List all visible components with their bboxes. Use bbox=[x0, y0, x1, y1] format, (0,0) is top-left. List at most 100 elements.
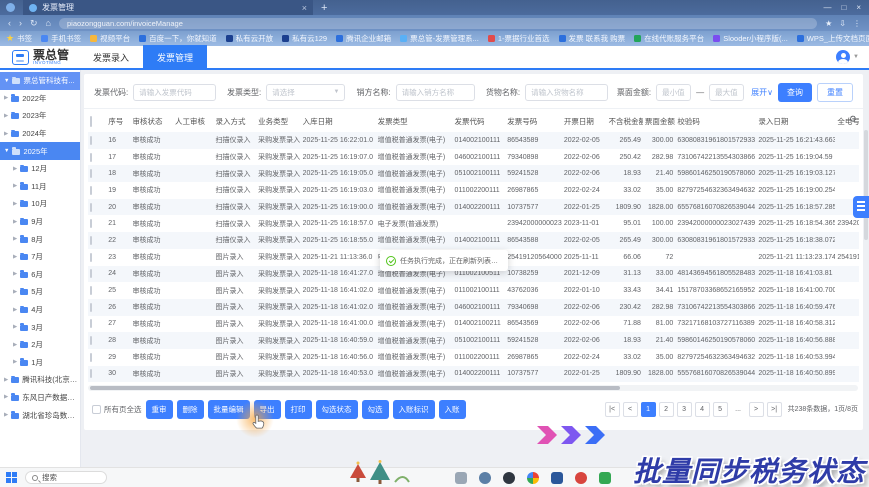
page-number-2[interactable]: 2 bbox=[659, 402, 674, 417]
table-row[interactable]: 28审核成功图片录入采购发票录入2025-11-18 16:40:59.0增值税… bbox=[88, 332, 859, 349]
row-checkbox[interactable] bbox=[90, 353, 92, 362]
action-button-重审[interactable]: 重审 bbox=[146, 400, 173, 419]
floating-assistant-widget[interactable] bbox=[853, 196, 869, 218]
taskbar-word-icon[interactable] bbox=[551, 472, 563, 484]
table-row[interactable]: 20审核成功扫描仪录入采购发票录入2025-11-25 16:19:00.0增值… bbox=[88, 199, 859, 216]
chevron-down-icon[interactable]: ▼ bbox=[853, 54, 859, 60]
table-row[interactable]: 30审核成功图片录入采购发票录入2025-11-18 16:40:53.0增值税… bbox=[88, 366, 859, 382]
tree-expand-arrow-icon[interactable]: ▼ bbox=[4, 148, 9, 154]
table-row[interactable]: 27审核成功图片录入采购发票录入2025-11-18 16:41:00.0增值税… bbox=[88, 316, 859, 333]
favorite-star-icon[interactable]: ★ bbox=[825, 19, 832, 28]
tree-expand-arrow-icon[interactable]: ▶ bbox=[13, 254, 17, 260]
page-number-1[interactable]: 1 bbox=[641, 402, 656, 417]
close-button[interactable]: × bbox=[856, 3, 861, 12]
tree-expand-arrow-icon[interactable]: ▶ bbox=[13, 166, 17, 172]
row-checkbox[interactable] bbox=[90, 286, 92, 295]
invoice-type-select[interactable]: 请选择▼ bbox=[266, 84, 345, 101]
bookmark-item[interactable]: Slooder小程序版(... bbox=[713, 33, 788, 44]
action-button-删除[interactable]: 删除 bbox=[177, 400, 204, 419]
horizontal-scrollbar-thumb[interactable] bbox=[90, 386, 620, 390]
table-row[interactable]: 18审核成功扫描仪录入采购发票录入2025-11-25 16:19:05.0增值… bbox=[88, 165, 859, 182]
sidebar-month-11月[interactable]: ▶11月 bbox=[0, 178, 80, 196]
tree-expand-arrow-icon[interactable]: ▶ bbox=[13, 324, 17, 330]
sidebar-month-3月[interactable]: ▶3月 bbox=[0, 318, 80, 336]
table-row[interactable]: 19审核成功扫描仪录入采购发票录入2025-11-25 16:19:03.0增值… bbox=[88, 182, 859, 199]
tree-expand-arrow-icon[interactable]: ▶ bbox=[13, 183, 17, 189]
tree-expand-arrow-icon[interactable]: ▶ bbox=[13, 201, 17, 207]
download-icon[interactable]: ⇩ bbox=[839, 19, 846, 28]
table-row[interactable]: 29审核成功图片录入采购发票录入2025-11-18 16:40:56.0增值税… bbox=[88, 349, 859, 366]
select-all-pages[interactable]: 所有页全选 bbox=[92, 404, 142, 415]
page-number-5[interactable]: 5 bbox=[713, 402, 728, 417]
tree-expand-arrow-icon[interactable]: ▶ bbox=[13, 219, 17, 225]
action-button-勾选[interactable]: 勾选 bbox=[362, 400, 389, 419]
tree-expand-arrow-icon[interactable]: ▶ bbox=[13, 271, 17, 277]
page-next-button[interactable]: > bbox=[749, 402, 764, 417]
tree-expand-arrow-icon[interactable]: ▼ bbox=[4, 78, 9, 84]
bookmark-item[interactable]: 私有云开放 bbox=[226, 33, 274, 44]
row-checkbox[interactable] bbox=[90, 136, 92, 145]
minimize-button[interactable]: — bbox=[823, 3, 831, 12]
table-row[interactable]: 26审核成功图片录入采购发票录入2025-11-18 16:41:02.0增值税… bbox=[88, 299, 859, 316]
table-row[interactable]: 16审核成功扫描仪录入采购发票录入2025-11-25 16:22:01.0增值… bbox=[88, 132, 859, 149]
forward-icon[interactable]: › bbox=[19, 18, 22, 28]
sidebar-year-2024年[interactable]: ▶2024年 bbox=[0, 125, 80, 143]
tree-expand-arrow-icon[interactable]: ▶ bbox=[4, 131, 8, 137]
back-icon[interactable]: ‹ bbox=[8, 18, 11, 28]
url-field[interactable]: piaozongguan.com/invoiceManage bbox=[59, 18, 817, 29]
sidebar-company[interactable]: ▶湖北省珍岛数字智... bbox=[0, 406, 80, 424]
sidebar-company[interactable]: ▶腾讯科技(北京)有限... bbox=[0, 371, 80, 389]
page-number-3[interactable]: 3 bbox=[677, 402, 692, 417]
bookmark-item[interactable]: ★书签 bbox=[6, 33, 32, 44]
row-checkbox[interactable] bbox=[90, 236, 92, 245]
table-row[interactable]: 17审核成功扫描仪录入采购发票录入2025-11-25 16:19:07.0增值… bbox=[88, 149, 859, 166]
sidebar-month-1月[interactable]: ▶1月 bbox=[0, 354, 80, 372]
new-tab-button[interactable]: + bbox=[321, 2, 327, 14]
bookmark-item[interactable]: 腾讯企业邮箱 bbox=[336, 33, 391, 44]
bookmark-item[interactable]: WPS_上传文档页面 bbox=[797, 33, 869, 44]
taskbar-user-icon[interactable] bbox=[479, 472, 491, 484]
tree-expand-arrow-icon[interactable]: ▶ bbox=[13, 342, 17, 348]
sidebar-month-2月[interactable]: ▶2月 bbox=[0, 336, 80, 354]
refresh-icon[interactable]: ↻ bbox=[30, 18, 38, 29]
action-button-打印[interactable]: 打印 bbox=[285, 400, 312, 419]
reset-button[interactable]: 重置 bbox=[817, 83, 853, 102]
maximize-button[interactable]: □ bbox=[841, 3, 846, 12]
header-checkbox[interactable] bbox=[90, 116, 92, 127]
sidebar-month-6月[interactable]: ▶6月 bbox=[0, 266, 80, 284]
page-prev-button[interactable]: < bbox=[623, 402, 638, 417]
horizontal-scrollbar[interactable] bbox=[88, 385, 858, 391]
column-settings-gear-icon[interactable]: ⚙ bbox=[849, 114, 857, 125]
row-checkbox[interactable] bbox=[90, 253, 92, 262]
row-checkbox[interactable] bbox=[90, 369, 92, 378]
taskbar-green-app-icon[interactable] bbox=[599, 472, 611, 484]
bookmark-item[interactable]: 百度一下，你就知道 bbox=[139, 33, 217, 44]
tab-close-icon[interactable]: × bbox=[302, 3, 307, 13]
row-checkbox[interactable] bbox=[90, 269, 92, 278]
sidebar-year-2023年[interactable]: ▶2023年 bbox=[0, 107, 80, 125]
tree-expand-arrow-icon[interactable]: ▶ bbox=[4, 113, 8, 119]
table-row[interactable]: 21审核成功扫描仪录入采购发票录入2025-11-25 16:18:57.0电子… bbox=[88, 215, 859, 232]
tab-invoice-manage[interactable]: 发票管理 bbox=[143, 45, 207, 69]
sidebar-month-7月[interactable]: ▶7月 bbox=[0, 248, 80, 266]
bookmark-item[interactable]: 票总管-发票管理系... bbox=[400, 33, 479, 44]
row-checkbox[interactable] bbox=[90, 219, 92, 228]
windows-start-button[interactable] bbox=[6, 472, 17, 483]
taskbar-dark-app-icon[interactable] bbox=[503, 472, 515, 484]
tree-expand-arrow-icon[interactable]: ▶ bbox=[4, 377, 8, 383]
goods-name-input[interactable]: 请输入货物名称 bbox=[525, 84, 608, 101]
invoice-code-input[interactable]: 请输入发票代码 bbox=[133, 84, 216, 101]
tab-invoice-entry[interactable]: 发票录入 bbox=[79, 45, 143, 69]
action-button-入账[interactable]: 入账 bbox=[439, 400, 466, 419]
amount-min-input[interactable]: 最小值 bbox=[656, 84, 691, 101]
extensions-icon[interactable]: ⋮ bbox=[853, 19, 861, 28]
expand-filters-link[interactable]: 展开∨ bbox=[751, 87, 773, 98]
sidebar-month-9月[interactable]: ▶9月 bbox=[0, 213, 80, 231]
sidebar-root-company[interactable]: ▼票总管科技有... bbox=[0, 72, 80, 90]
sidebar-company[interactable]: ▶东风日产数据服务... bbox=[0, 389, 80, 407]
sidebar-month-10月[interactable]: ▶10月 bbox=[0, 195, 80, 213]
browser-menu-icon[interactable] bbox=[6, 3, 15, 12]
sidebar-month-8月[interactable]: ▶8月 bbox=[0, 230, 80, 248]
bookmark-item[interactable]: 视频平台 bbox=[90, 33, 130, 44]
taskbar-red-app-icon[interactable] bbox=[575, 472, 587, 484]
